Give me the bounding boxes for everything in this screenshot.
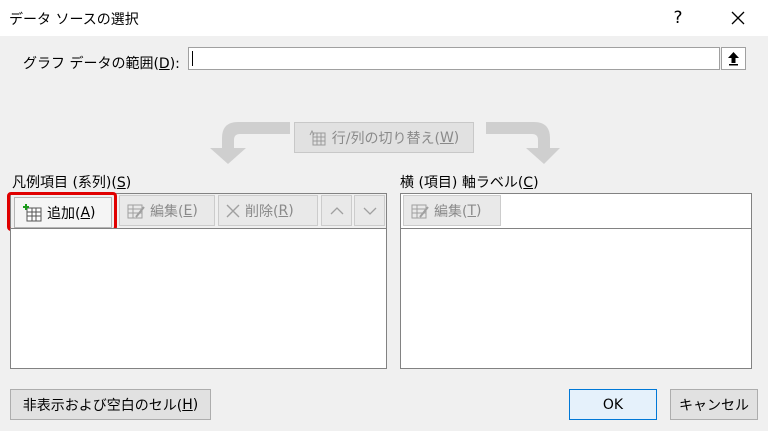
arrow-up-icon [728, 52, 739, 66]
dialog-title: データ ソースの選択 [9, 12, 139, 28]
delete-x-icon [226, 204, 240, 217]
help-button[interactable]: ? [658, 2, 698, 34]
range-collapse-button[interactable] [721, 47, 746, 70]
legend-entries-list[interactable] [10, 228, 387, 369]
move-up-button[interactable] [321, 195, 352, 226]
help-icon: ? [673, 8, 683, 28]
add-button-highlight [7, 192, 117, 231]
data-range-input[interactable] [188, 47, 720, 70]
move-down-button[interactable] [354, 195, 385, 226]
edit-axis-labels-button[interactable]: 編集(T) [403, 195, 501, 226]
switch-row-column-icon [309, 129, 326, 145]
text-caret [192, 51, 193, 66]
ok-button[interactable]: OK [569, 389, 657, 420]
legend-entries-label: 凡例項目 (系列)(S) [12, 175, 132, 191]
close-icon [731, 11, 745, 25]
curved-arrow-right-icon [486, 122, 560, 164]
chevron-up-icon [330, 206, 343, 214]
axis-labels-label: 横 (項目) 軸ラベル(C) [400, 175, 539, 191]
edit-table-icon [411, 204, 429, 218]
hidden-empty-cells-button[interactable]: 非表示および空白のセル(H) [10, 389, 211, 420]
edit-series-button[interactable]: 編集(E) [119, 195, 215, 226]
data-range-label: グラフ データの範囲(D): [23, 56, 180, 72]
cancel-button[interactable]: キャンセル [670, 389, 758, 420]
axis-labels-list[interactable] [400, 228, 752, 369]
delete-series-button[interactable]: 削除(R) [218, 195, 318, 226]
close-button[interactable] [716, 2, 760, 34]
switch-row-column-button[interactable]: 行/列の切り替え(W) [294, 122, 474, 153]
edit-table-icon [127, 204, 145, 218]
chevron-down-icon [363, 207, 376, 215]
curved-arrow-left-icon [210, 122, 290, 164]
